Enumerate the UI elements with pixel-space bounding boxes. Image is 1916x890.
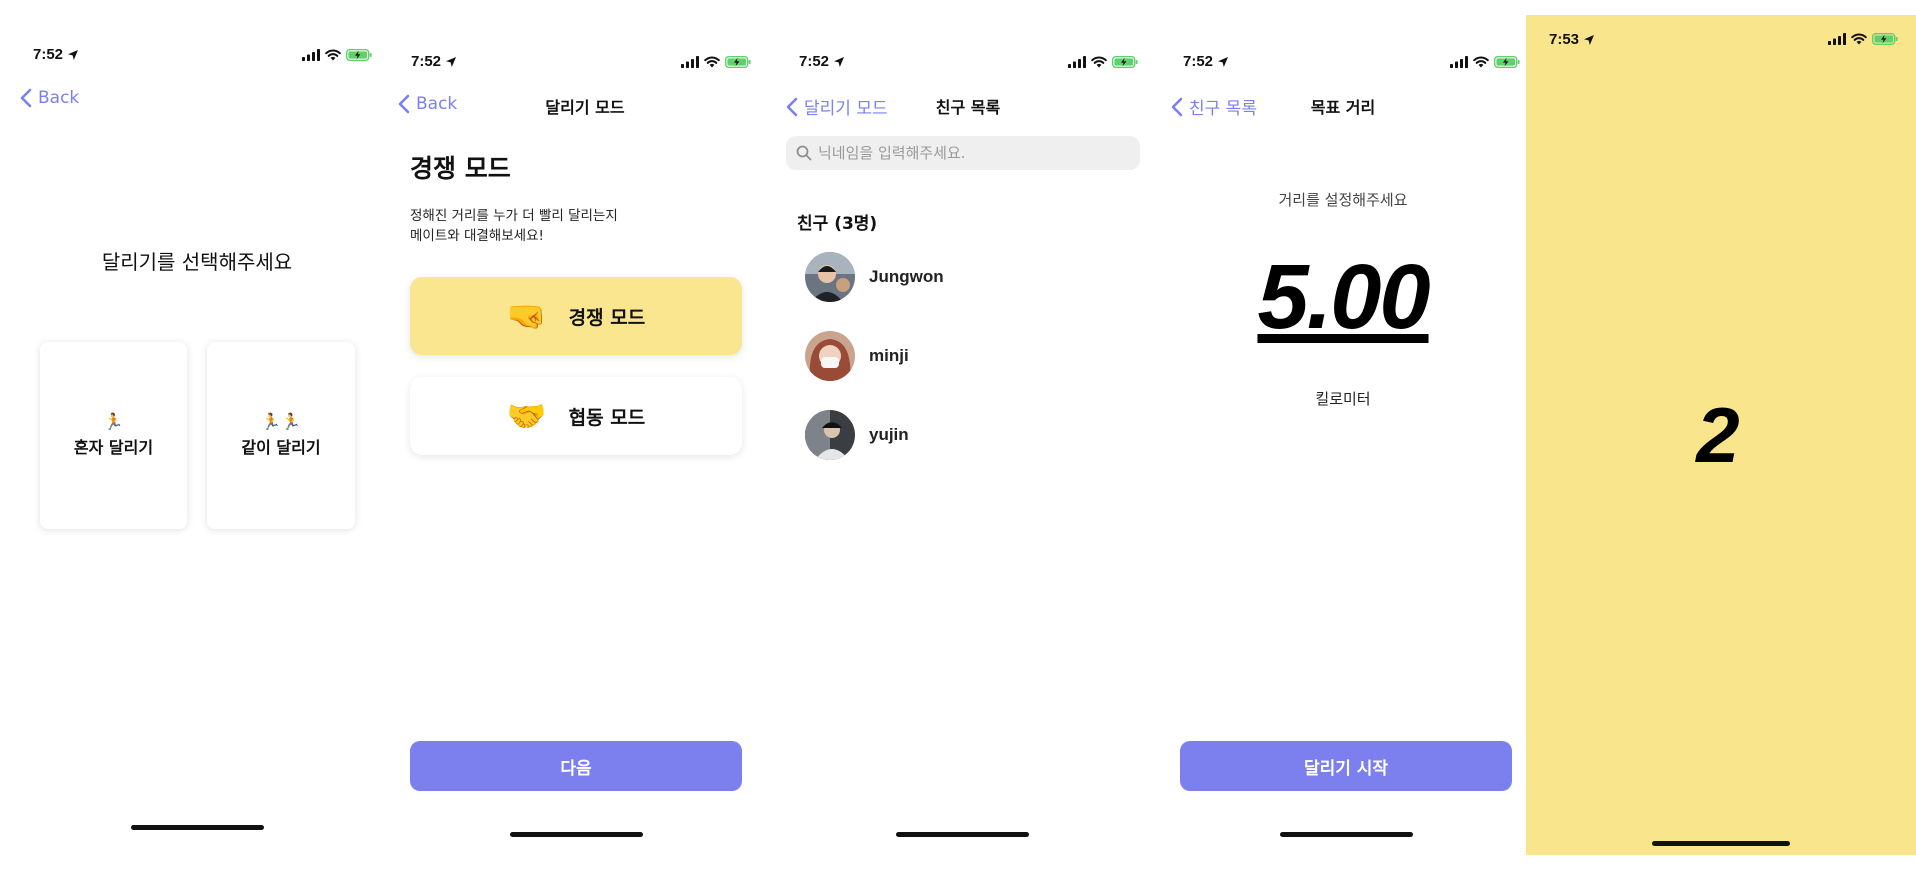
wifi-icon [1091, 56, 1107, 68]
screen-target-distance: 7:52 친구 목록 목표 거리 거리를 설정해주세요 5.00 킬로미터 달리… [1160, 0, 1526, 890]
battery-charging-icon [1112, 56, 1138, 68]
status-time: 7:52 [33, 46, 79, 63]
distance-prompt: 거리를 설정해주세요 [1278, 191, 1408, 209]
status-time: 7:53 [1549, 31, 1595, 48]
location-arrow-icon [1217, 56, 1229, 68]
friend-avatar [805, 410, 855, 460]
countdown-number: 2 [1696, 391, 1740, 479]
cellular-signal-icon [1450, 56, 1468, 68]
screen-countdown: 7:53 2 [1526, 15, 1916, 855]
search-bar[interactable] [786, 136, 1140, 170]
home-indicator [510, 832, 643, 837]
mode-title: 경쟁 모드 [410, 154, 511, 183]
search-icon [796, 145, 812, 161]
home-indicator [896, 832, 1029, 837]
nav-title: 달리기 모드 [545, 98, 625, 117]
status-icons [1068, 56, 1138, 68]
group-run-label: 같이 달리기 [241, 438, 321, 457]
screen-run-select: 7:52 Back 달리기를 선택해주세요 🏃 혼자 달리기 🏃🏃 같이 달리기 [0, 0, 394, 890]
friend-name: Jungwon [869, 267, 944, 286]
cooperation-mode-button[interactable]: 🤝 협동 모드 [410, 377, 742, 455]
cellular-signal-icon [681, 56, 699, 68]
home-indicator [1652, 841, 1790, 846]
distance-unit: 킬로미터 [1315, 390, 1371, 408]
runner-emoji-icon: 🏃 [103, 412, 124, 431]
page-heading: 달리기를 선택해주세요 [101, 250, 293, 274]
nav-title: 목표 거리 [1310, 98, 1376, 117]
runners-emoji-icon: 🏃🏃 [261, 412, 301, 431]
handshake-icon: 🤝 [506, 397, 547, 435]
search-input[interactable] [818, 144, 1098, 162]
home-indicator [131, 825, 264, 830]
status-icons [302, 49, 372, 61]
solo-run-label: 혼자 달리기 [73, 438, 154, 457]
location-arrow-icon [833, 56, 845, 68]
group-run-card[interactable]: 🏃🏃 같이 달리기 [207, 342, 355, 529]
home-indicator [1280, 832, 1413, 837]
wifi-icon [1473, 56, 1489, 68]
cellular-signal-icon [302, 49, 320, 61]
next-button[interactable]: 다음 [410, 741, 742, 791]
status-time: 7:52 [1183, 53, 1229, 70]
status-icons [1828, 33, 1898, 45]
friend-avatar [805, 252, 855, 302]
solo-run-card[interactable]: 🏃 혼자 달리기 [40, 342, 187, 529]
nav-title: 친구 목록 [935, 98, 1001, 117]
cellular-signal-icon [1068, 56, 1086, 68]
competition-mode-label: 경쟁 모드 [568, 306, 646, 329]
status-time: 7:52 [411, 53, 457, 70]
wifi-icon [704, 56, 720, 68]
location-arrow-icon [67, 49, 79, 61]
back-button[interactable]: Back [20, 88, 79, 108]
description-line-2: 메이트와 대결해보세요! [410, 228, 544, 244]
screen-friend-list: 7:52 달리기 모드 친구 목록 친구 (3명) Jungw [776, 0, 1160, 890]
competition-mode-button[interactable]: 🤜 경쟁 모드 [410, 277, 742, 355]
friend-row[interactable]: minji [805, 331, 909, 381]
back-label: Back [38, 88, 80, 108]
battery-charging-icon [1872, 33, 1898, 45]
cooperation-mode-label: 협동 모드 [568, 406, 646, 429]
start-run-button[interactable]: 달리기 시작 [1180, 741, 1512, 791]
location-arrow-icon [1583, 34, 1595, 46]
friend-row[interactable]: yujin [805, 410, 909, 460]
friend-row[interactable]: Jungwon [805, 252, 944, 302]
battery-charging-icon [1494, 56, 1520, 68]
wifi-icon [325, 49, 341, 61]
status-icons [1450, 56, 1520, 68]
location-arrow-icon [445, 56, 457, 68]
friend-avatar [805, 331, 855, 381]
friend-name: minji [869, 346, 909, 365]
battery-charging-icon [725, 56, 751, 68]
chevron-left-icon [20, 88, 32, 108]
description-line-1: 정해진 거리를 누가 더 빨리 달리는지 [410, 208, 618, 224]
screen-run-mode: 7:52 Back 달리기 모드 경쟁 모드 정해진 거리를 누가 더 빨리 달… [394, 0, 776, 890]
friends-section-title: 친구 (3명) [797, 214, 878, 234]
status-icons [681, 56, 751, 68]
distance-value[interactable]: 5.00 [1160, 242, 1526, 352]
battery-charging-icon [346, 49, 372, 61]
fist-bump-icon: 🤜 [506, 297, 547, 335]
status-time: 7:52 [799, 53, 845, 70]
wifi-icon [1851, 33, 1867, 45]
mode-description: 정해진 거리를 누가 더 빨리 달리는지 메이트와 대결해보세요! [410, 206, 618, 246]
friend-name: yujin [869, 425, 909, 444]
cellular-signal-icon [1828, 33, 1846, 45]
